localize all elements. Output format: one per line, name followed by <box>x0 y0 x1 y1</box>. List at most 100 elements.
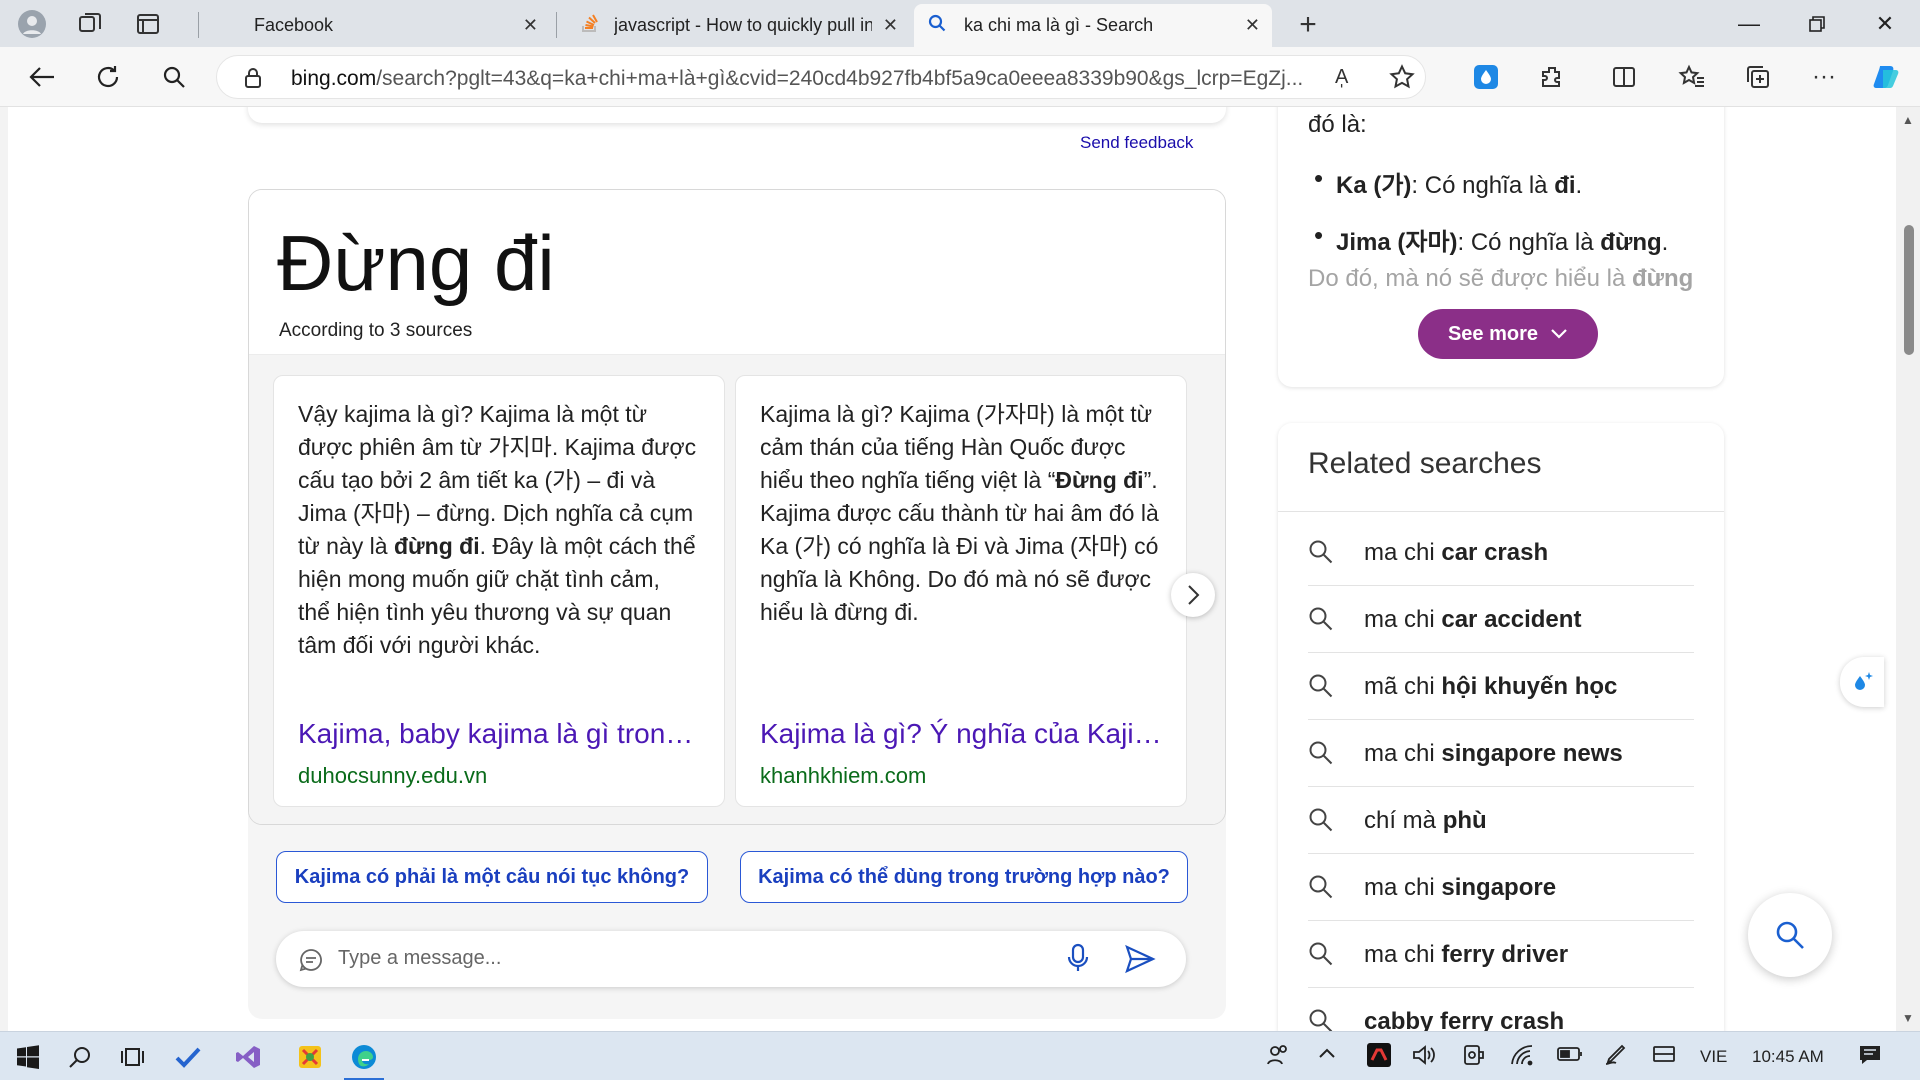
search-button[interactable] <box>156 59 192 95</box>
profile-avatar-icon[interactable] <box>14 6 50 42</box>
extension-drop-icon[interactable] <box>1468 59 1504 95</box>
sidebar-assistant-icon[interactable] <box>1840 657 1884 707</box>
related-search-plain: ma chi <box>1364 539 1442 566</box>
scroll-down-arrow-icon[interactable]: ▼ <box>1902 1011 1914 1025</box>
wifi-icon[interactable] <box>1510 1044 1534 1071</box>
tab-actions-icon[interactable] <box>130 6 166 42</box>
new-tab-button[interactable]: + <box>1290 8 1326 44</box>
people-icon[interactable] <box>1266 1044 1290 1071</box>
url-text[interactable]: bing.com/search?pglt=43&q=ka+chi+ma+là+g… <box>291 67 1341 91</box>
source-card[interactable]: Vậy kajima là gì? Kajima là một từ được … <box>273 375 725 807</box>
start-windows-icon[interactable] <box>8 1038 48 1076</box>
bullet-bold: đi <box>1554 172 1576 199</box>
app-icon-colorful[interactable] <box>290 1038 330 1076</box>
source-domain[interactable]: duhocsunny.edu.vn <box>298 763 487 789</box>
related-search-plain: ma chi <box>1364 874 1442 901</box>
search-icon <box>1308 606 1334 637</box>
see-more-button[interactable]: See more <box>1418 309 1598 359</box>
read-aloud-icon[interactable]: A̩ <box>1335 66 1348 89</box>
related-search-plain: ma chi <box>1364 740 1442 767</box>
microphone-icon[interactable] <box>1066 943 1090 978</box>
suggestion-chip[interactable]: Kajima có phải là một câu nói tục không? <box>276 851 708 903</box>
favorites-icon[interactable] <box>1674 59 1710 95</box>
scrollbar-thumb[interactable] <box>1904 225 1914 355</box>
todo-app-icon[interactable] <box>168 1038 208 1076</box>
close-tab-icon[interactable]: ✕ <box>523 15 538 36</box>
message-input[interactable]: Type a message... <box>276 931 1186 987</box>
taskbar-search-icon[interactable] <box>60 1038 100 1076</box>
source-carousel: Vậy kajima là gì? Kajima là một từ được … <box>249 355 1225 824</box>
bullet-text: : Có nghĩa là <box>1411 172 1555 199</box>
visual-studio-icon[interactable] <box>228 1038 268 1076</box>
search-icon <box>1308 1008 1334 1031</box>
favorite-star-icon[interactable] <box>1389 64 1415 95</box>
suggestion-chip[interactable]: Kajima có thể dùng trong trường hợp nào? <box>740 851 1188 903</box>
task-view-icon[interactable] <box>114 1038 154 1076</box>
battery-icon[interactable] <box>1556 1044 1584 1069</box>
sources-count[interactable]: According to 3 sources <box>279 320 472 342</box>
clock-time[interactable]: 10:45 AM <box>1752 1047 1824 1067</box>
tab-separator <box>556 12 557 38</box>
source-title-link[interactable]: Kajima là gì? Ý nghĩa của Kajima <box>760 718 1170 750</box>
lock-icon[interactable] <box>243 67 263 94</box>
sidebar-faded-text: Do đó, mà nó sẽ được hiểu là đừng <box>1308 265 1693 293</box>
meet-now-icon[interactable] <box>1462 1044 1486 1071</box>
input-language[interactable]: VIE <box>1700 1047 1727 1067</box>
back-button[interactable] <box>24 59 60 95</box>
tray-app-icon[interactable] <box>1366 1042 1392 1073</box>
split-screen-icon[interactable] <box>1606 59 1642 95</box>
related-search-item[interactable]: ma chi singapore <box>1308 854 1694 921</box>
tab-bing-search[interactable]: ka chi ma là gì - Search ✕ <box>914 4 1272 47</box>
edge-browser-icon[interactable] <box>344 1038 384 1080</box>
related-search-item[interactable]: ma chi singapore news <box>1308 720 1694 787</box>
vertical-scrollbar[interactable]: ▲ ▼ <box>1896 107 1920 1031</box>
related-search-text: mã chi hội khuyến học <box>1364 673 1617 701</box>
related-search-item[interactable]: ma chi car accident <box>1308 586 1694 653</box>
tab-facebook[interactable]: Facebook ✕ <box>240 4 550 47</box>
scroll-up-arrow-icon[interactable]: ▲ <box>1902 113 1914 127</box>
related-search-text: ma chi singapore <box>1364 874 1556 902</box>
volume-icon[interactable] <box>1412 1044 1436 1071</box>
send-icon[interactable] <box>1124 944 1156 979</box>
source-card[interactable]: Kajima là gì? Kajima (가자마) là một từ cảm… <box>735 375 1187 807</box>
collections-icon[interactable] <box>1740 59 1776 95</box>
related-search-bold: phù <box>1442 807 1487 834</box>
chat-bubble-icon <box>298 947 324 978</box>
source-title-link[interactable]: Kajima, baby kajima là gì trong tiếng Hà… <box>298 718 708 750</box>
minimize-button[interactable]: — <box>1714 0 1784 47</box>
refresh-button[interactable] <box>90 59 126 95</box>
sidebar-bullet: Ka (가): Có nghĩa là đi. <box>1308 163 1708 200</box>
related-search-item[interactable]: cabby ferry crash <box>1308 988 1694 1031</box>
more-options-icon[interactable]: ··· <box>1806 59 1842 95</box>
related-search-item[interactable]: ma chi car crash <box>1308 519 1694 586</box>
floating-search-button[interactable] <box>1748 893 1832 977</box>
related-search-item[interactable]: chí mà phù <box>1308 787 1694 854</box>
related-search-bold: car crash <box>1441 539 1549 566</box>
carousel-next-button[interactable] <box>1171 573 1215 617</box>
close-window-button[interactable]: ✕ <box>1850 0 1920 47</box>
sidebar-bullet-list: Ka (가): Có nghĩa là đi. Jima (자마): Có ng… <box>1308 163 1708 279</box>
related-search-item[interactable]: mã chi hội khuyến học <box>1308 653 1694 720</box>
address-bar[interactable]: bing.com/search?pglt=43&q=ka+chi+ma+là+g… <box>216 55 1426 99</box>
pen-icon[interactable] <box>1604 1044 1628 1071</box>
source-snippet: Vậy kajima là gì? Kajima là một từ được … <box>298 401 697 658</box>
extensions-icon[interactable] <box>1534 59 1570 95</box>
related-search-item[interactable]: ma chi ferry driver <box>1308 921 1694 988</box>
close-tab-icon[interactable]: ✕ <box>1245 15 1260 36</box>
send-feedback-link[interactable]: Send feedback <box>1080 133 1193 153</box>
workspaces-icon[interactable] <box>72 6 108 42</box>
show-hidden-icons-chevron-icon[interactable] <box>1318 1044 1336 1064</box>
copilot-icon[interactable] <box>1868 59 1904 95</box>
restore-button[interactable] <box>1782 0 1852 47</box>
answer-header: Đừng đi According to 3 sources <box>249 190 1225 355</box>
source-domain[interactable]: khanhkhiem.com <box>760 763 926 789</box>
related-search-text: ma chi car crash <box>1364 539 1548 567</box>
keyboard-icon[interactable] <box>1652 1044 1676 1069</box>
tab-stackoverflow[interactable]: javascript - How to quickly pull in ✕ <box>566 4 910 47</box>
tab-separator <box>198 12 199 38</box>
close-tab-icon[interactable]: ✕ <box>883 15 898 36</box>
search-icon <box>928 14 950 37</box>
url-host: bing.com <box>291 67 377 90</box>
notifications-icon[interactable] <box>1858 1044 1882 1071</box>
faded-bold: đừng <box>1631 265 1694 292</box>
